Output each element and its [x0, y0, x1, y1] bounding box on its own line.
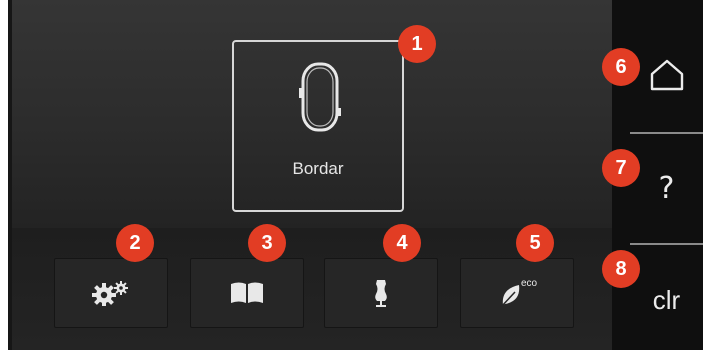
embroidery-hoop-icon	[299, 62, 341, 132]
sidebar-divider	[630, 243, 703, 245]
callout-badge: 7	[602, 149, 640, 187]
tutorial-button[interactable]	[190, 258, 304, 328]
embroidery-mode-button[interactable]: Bordar	[232, 40, 404, 212]
home-button[interactable]	[630, 45, 703, 105]
callout-badge: 1	[398, 25, 436, 63]
callout-badge: 4	[383, 224, 421, 262]
callout-badge: 8	[602, 250, 640, 288]
callout-badge: 3	[248, 224, 286, 262]
eco-mode-button[interactable]: eco	[460, 258, 574, 328]
help-button[interactable]: ?	[630, 160, 703, 216]
callout-badge: 6	[602, 48, 640, 86]
embroidery-mode-label: Bordar	[292, 159, 344, 178]
book-icon	[231, 282, 263, 303]
eco-leaf-icon: eco	[500, 278, 538, 308]
clear-button[interactable]: clr	[630, 272, 703, 328]
dress-form-icon	[375, 280, 387, 307]
eco-label: eco	[521, 278, 538, 289]
home-icon	[650, 59, 683, 91]
callout-badge: 2	[116, 224, 154, 262]
callout-badge: 5	[516, 224, 554, 262]
creative-consultant-button[interactable]	[324, 258, 438, 328]
settings-gears-icon	[92, 281, 128, 306]
sidebar-divider	[630, 132, 703, 134]
settings-button[interactable]	[54, 258, 168, 328]
